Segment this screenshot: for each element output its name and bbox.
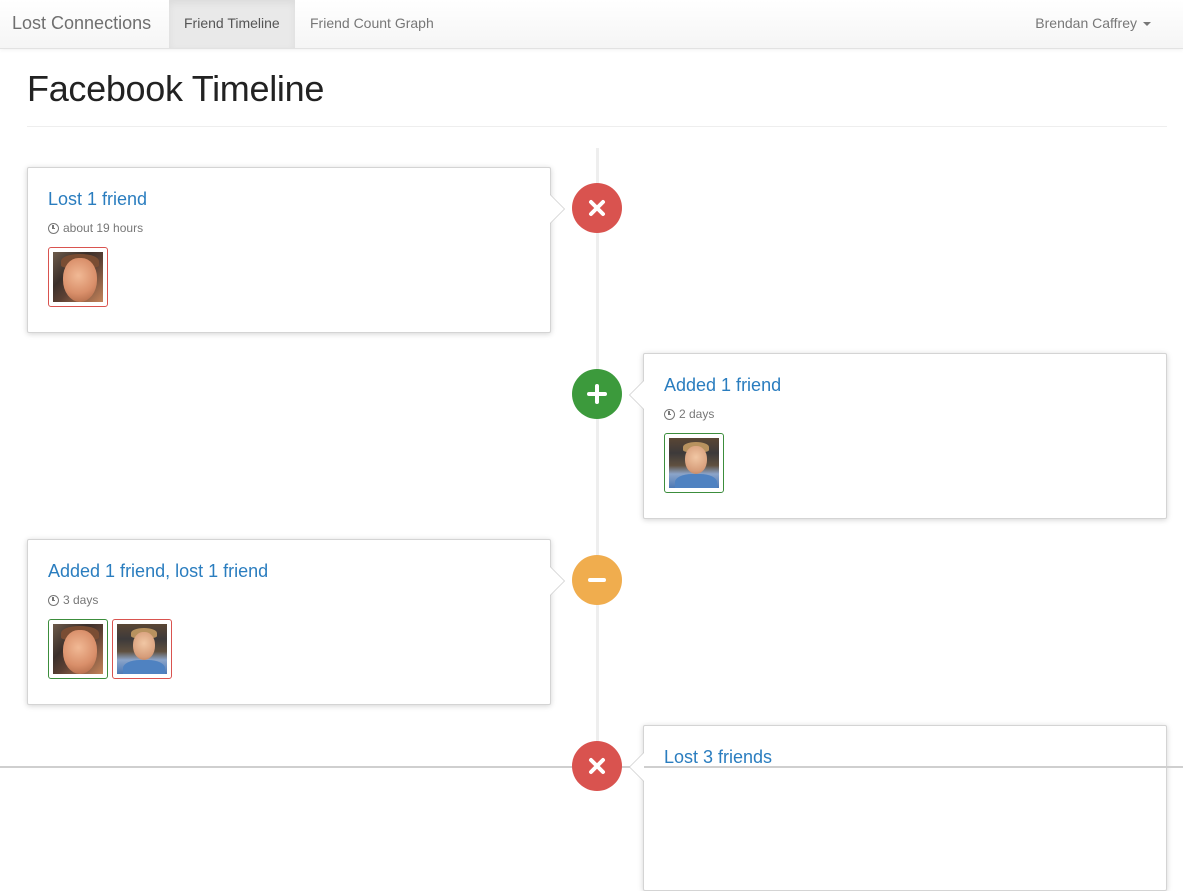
added-badge — [572, 369, 622, 419]
event-title[interactable]: Added 1 friend — [664, 375, 781, 396]
tab-friend-count-graph[interactable]: Friend Count Graph — [295, 0, 449, 48]
clock-icon — [48, 594, 59, 606]
times-icon — [589, 200, 605, 216]
friend-photo-added[interactable] — [664, 433, 724, 493]
friend-photos — [48, 619, 172, 679]
friend-photos — [664, 433, 724, 493]
event-time: 3 days — [48, 593, 98, 607]
event-time-text: about 19 hours — [63, 221, 144, 235]
timeline-panel: Added 1 friend 2 days — [629, 353, 1167, 519]
event-time-text: 3 days — [63, 593, 99, 607]
event-time: about 19 hours — [48, 221, 143, 235]
clock-icon — [664, 408, 675, 420]
tab-friend-timeline[interactable]: Friend Timeline — [169, 0, 295, 48]
plus-icon — [587, 384, 607, 404]
timeline-panel: Lost 3 friends — [629, 725, 1167, 891]
navbar: Lost Connections Friend Timeline Friend … — [0, 0, 1183, 49]
user-menu-dropdown[interactable]: Brendan Caffrey — [1035, 0, 1151, 48]
mixed-badge — [572, 555, 622, 605]
friend-photos — [48, 247, 108, 307]
friend-photo-added[interactable] — [48, 619, 108, 679]
header-divider — [27, 126, 1167, 127]
brand-link[interactable]: Lost Connections — [12, 13, 151, 34]
event-title[interactable]: Lost 3 friends — [664, 747, 772, 768]
friend-photo-lost[interactable] — [48, 247, 108, 307]
times-icon — [589, 758, 605, 774]
page-title: Facebook Timeline — [27, 68, 325, 109]
event-time: 2 days — [664, 407, 714, 421]
minus-icon — [588, 578, 606, 582]
timeline-line — [596, 148, 599, 768]
event-title[interactable]: Added 1 friend, lost 1 friend — [48, 561, 268, 582]
event-time-text: 2 days — [679, 407, 715, 421]
event-title[interactable]: Lost 1 friend — [48, 189, 147, 210]
friend-photo-lost[interactable] — [112, 619, 172, 679]
user-name: Brendan Caffrey — [1035, 15, 1137, 31]
lost-badge — [572, 183, 622, 233]
timeline-panel: Added 1 friend, lost 1 friend 3 days — [27, 539, 565, 705]
caret-down-icon — [1143, 22, 1151, 27]
timeline-panel: Lost 1 friend about 19 hours — [27, 167, 565, 333]
lost-badge — [572, 741, 622, 791]
clock-icon — [48, 222, 59, 234]
